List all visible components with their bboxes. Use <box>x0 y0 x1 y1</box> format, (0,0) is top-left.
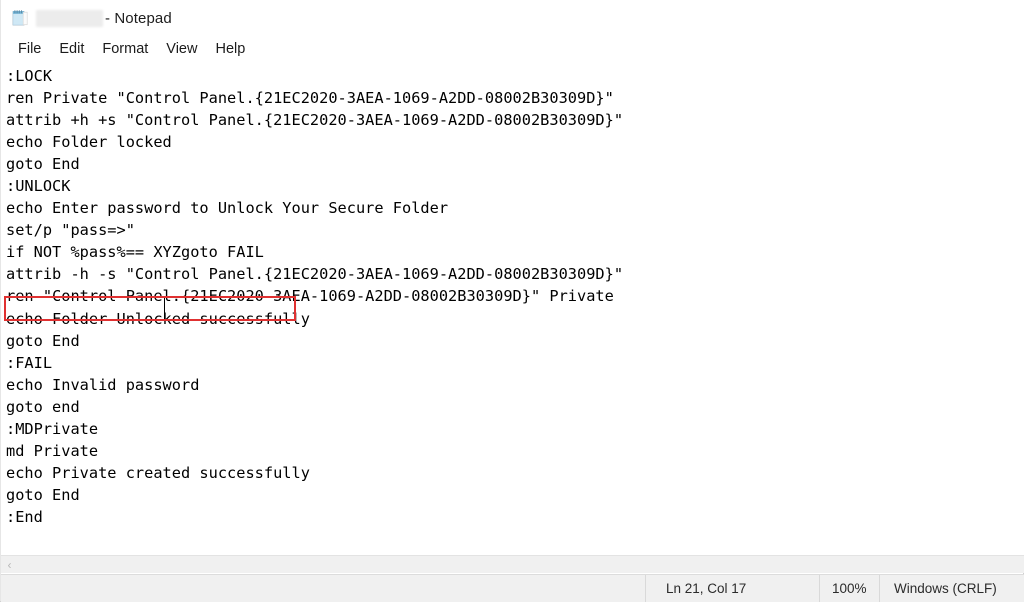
menu-item-view[interactable]: View <box>157 39 206 60</box>
code-line: goto End <box>6 485 80 504</box>
code-line: goto end <box>6 397 80 416</box>
code-line: attrib +h +s "Control Panel.{21EC2020-3A… <box>6 111 624 130</box>
status-cursor-position[interactable]: Ln 21, Col 17 <box>645 575 819 602</box>
code-line: ren Private "Control Panel.{21EC2020-3AE… <box>6 89 614 108</box>
window-title: - Notepad <box>36 9 172 27</box>
code-line: if NOT %pass%== XYZgoto FAIL <box>6 243 264 262</box>
menu-item-file[interactable]: File <box>9 39 50 60</box>
code-line: set/p "pass=>" <box>6 221 135 240</box>
code-line: :LOCK <box>6 67 53 85</box>
status-zoom-level[interactable]: 100% <box>819 575 879 602</box>
code-line: :FAIL <box>6 353 53 372</box>
code-line: ren "Control Panel.{21EC2020-3AEA-1069-A… <box>6 287 614 306</box>
scroll-left-arrow-icon[interactable]: ‹ <box>1 556 18 573</box>
code-line: echo Folder Unlocked successfully <box>6 309 310 328</box>
title-bar: - Notepad <box>1 0 1024 36</box>
scrollbar-thumb[interactable] <box>18 556 1024 573</box>
code-line: echo Enter password to Unlock Your Secur… <box>6 199 449 218</box>
code-line: echo Private created successfully <box>6 463 310 482</box>
notepad-icon <box>10 8 30 28</box>
title-redacted-filename <box>36 9 103 27</box>
code-line: goto End <box>6 331 80 350</box>
menu-item-help[interactable]: Help <box>206 39 254 60</box>
document-text[interactable]: :LOCK ren Private "Control Panel.{21EC202… <box>6 65 623 528</box>
code-line: :MDPrivate <box>6 419 99 438</box>
code-line: :End <box>6 507 43 526</box>
code-line: echo Folder locked <box>6 133 172 152</box>
status-bar: Ln 21, Col 17 100% Windows (CRLF) <box>1 574 1024 602</box>
notepad-window: - Notepad File Edit Format View Help :LO… <box>0 0 1024 602</box>
code-line: attrib -h -s "Control Panel.{21EC2020-3A… <box>6 265 624 284</box>
status-line-ending[interactable]: Windows (CRLF) <box>879 575 1024 602</box>
menu-item-format[interactable]: Format <box>93 39 157 60</box>
text-editor-area[interactable]: :LOCK ren Private "Control Panel.{21EC202… <box>1 62 1024 555</box>
code-line: echo Invalid password <box>6 375 200 394</box>
menu-item-edit[interactable]: Edit <box>50 39 93 60</box>
code-line: :UNLOCK <box>6 177 71 196</box>
code-line: md Private <box>6 441 99 460</box>
code-line: goto End <box>6 155 80 174</box>
text-caret <box>164 298 165 319</box>
title-app-name: - Notepad <box>105 9 172 27</box>
horizontal-scrollbar[interactable]: ‹ <box>1 555 1024 573</box>
scrollbar-track[interactable] <box>18 556 1024 573</box>
menu-bar: File Edit Format View Help <box>1 36 1024 62</box>
